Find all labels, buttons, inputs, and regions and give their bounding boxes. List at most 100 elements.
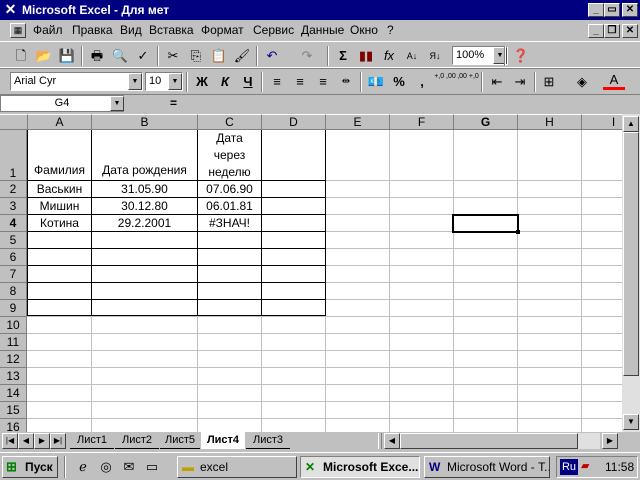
row-header[interactable]: 2	[0, 181, 27, 198]
desktop-quicklaunch-icon[interactable]: ▭	[141, 457, 163, 477]
column-header[interactable]: E	[326, 114, 390, 130]
cell-b1[interactable]: Дата рождения	[92, 163, 197, 177]
doc-minimize-button[interactable]: _	[588, 24, 604, 38]
horizontal-scroll-track[interactable]	[400, 433, 600, 449]
italic-button[interactable]: К	[214, 72, 236, 92]
percent-button[interactable]: %	[388, 72, 410, 92]
fill-handle[interactable]	[516, 230, 520, 234]
print-icon[interactable]: 🖶	[86, 46, 108, 66]
open-icon[interactable]: 📂	[33, 46, 55, 66]
row-header[interactable]: 16	[0, 419, 27, 432]
name-box[interactable]: G4	[0, 95, 124, 112]
close-button[interactable]: ✕	[622, 3, 638, 17]
font-size-select[interactable]: 10 ▼	[145, 72, 183, 91]
minimize-button[interactable]: _	[588, 3, 604, 17]
task-excel-folder[interactable]: ▬ excel	[177, 456, 297, 478]
tray-icon[interactable]: ▰	[581, 459, 589, 472]
save-icon[interactable]: 💾	[56, 46, 78, 66]
cell-b2[interactable]: 31.05.90	[92, 181, 197, 197]
column-header[interactable]: F	[390, 114, 454, 130]
doc-restore-button[interactable]: ❐	[604, 24, 620, 38]
row-header[interactable]: 9	[0, 300, 27, 317]
ie-quicklaunch-icon[interactable]: ℯ	[72, 457, 94, 477]
scroll-left-icon[interactable]: ◀	[384, 433, 400, 449]
row-header[interactable]: 12	[0, 351, 27, 368]
column-header[interactable]: B	[92, 114, 198, 130]
sheet-tab[interactable]: Лист1	[70, 432, 114, 449]
task-microsoft-excel[interactable]: ✕ Microsoft Exce...	[300, 456, 420, 478]
doc-close-button[interactable]: ✕	[622, 24, 638, 38]
row-header[interactable]: 13	[0, 368, 27, 385]
menu-format[interactable]: Формат	[201, 23, 244, 37]
underline-button[interactable]: Ч	[237, 72, 259, 92]
align-left-icon[interactable]: ≡	[266, 72, 288, 92]
decrease-decimal-button[interactable]: ,00 +,0	[457, 72, 479, 92]
merge-center-icon[interactable]: ⇹	[335, 72, 357, 92]
row-header[interactable]: 6	[0, 249, 27, 266]
comma-button[interactable]: ,	[411, 72, 433, 92]
new-icon[interactable]: 🗋	[10, 46, 32, 66]
row-header[interactable]: 14	[0, 385, 27, 402]
menu-insert[interactable]: Вставка	[149, 23, 194, 37]
align-right-icon[interactable]: ≡	[312, 72, 334, 92]
cell-a2[interactable]: Васькин	[28, 181, 91, 197]
redo-icon[interactable]: ↷	[296, 46, 318, 66]
menu-view[interactable]: Вид	[120, 23, 142, 37]
sheet-tab-active[interactable]: Лист4	[201, 432, 245, 449]
increase-indent-icon[interactable]: ⇥	[509, 72, 531, 92]
increase-decimal-button[interactable]: +,0 ,00	[434, 72, 456, 92]
first-sheet-icon[interactable]: |◀	[2, 433, 18, 449]
paste-icon[interactable]: 📋	[208, 46, 230, 66]
scroll-up-icon[interactable]: ▲	[623, 116, 639, 132]
menu-help[interactable]: ?	[387, 23, 394, 37]
chart-wizard-icon[interactable]: ▮▮	[355, 46, 377, 66]
tab-split-handle[interactable]	[378, 433, 382, 449]
office-assistant-icon[interactable]: ❓	[510, 46, 532, 66]
chevron-down-icon[interactable]: ▼	[128, 73, 142, 90]
chevron-down-icon[interactable]: ▼	[168, 73, 182, 90]
column-header[interactable]: G	[454, 114, 518, 130]
menu-data[interactable]: Данные	[301, 23, 344, 37]
menu-window[interactable]: Окно	[350, 23, 378, 37]
row-header[interactable]: 10	[0, 317, 27, 334]
next-sheet-icon[interactable]: ▶	[34, 433, 50, 449]
formula-input[interactable]	[183, 95, 640, 112]
undo-icon[interactable]: ↶	[261, 46, 283, 66]
print-preview-icon[interactable]: 🔍	[109, 46, 131, 66]
cut-icon[interactable]: ✂	[162, 46, 184, 66]
cell-a4[interactable]: Котина	[28, 215, 91, 231]
zoom-select[interactable]: 100% ▼	[452, 46, 508, 65]
fill-color-icon[interactable]: ◈	[571, 72, 593, 92]
cell-a3[interactable]: Мишин	[28, 198, 91, 214]
autosum-icon[interactable]: Σ	[332, 46, 354, 66]
cell-c4[interactable]: #ЗНАЧ!	[198, 215, 261, 231]
function-icon[interactable]: fx	[378, 46, 400, 66]
sort-descending-icon[interactable]: Я↓	[424, 46, 446, 66]
column-header[interactable]: I	[582, 114, 622, 130]
decrease-indent-icon[interactable]: ⇤	[486, 72, 508, 92]
font-color-icon[interactable]: A	[603, 72, 625, 90]
cell-a1[interactable]: Фамилия	[28, 163, 91, 177]
sheet-tab[interactable]: Лист5	[160, 432, 200, 449]
chevron-down-icon[interactable]: ▼	[110, 96, 124, 111]
menu-tools[interactable]: Сервис	[253, 23, 294, 37]
menu-edit[interactable]: Правка	[72, 23, 113, 37]
row-header[interactable]: 3	[0, 198, 27, 215]
currency-icon[interactable]: 💶	[365, 72, 387, 92]
row-header[interactable]: 8	[0, 283, 27, 300]
column-header[interactable]: H	[518, 114, 582, 130]
row-header[interactable]: 11	[0, 334, 27, 351]
excel-logo-icon[interactable]: ✕	[3, 2, 18, 17]
cell-c3[interactable]: 06.01.81	[198, 198, 261, 214]
row-header[interactable]: 15	[0, 402, 27, 419]
column-header[interactable]: D	[262, 114, 326, 130]
horizontal-scroll-thumb[interactable]	[400, 433, 578, 449]
cell-c1[interactable]: Дата через неделю	[198, 130, 261, 181]
menu-file[interactable]: Файл	[33, 23, 63, 37]
cell-c2[interactable]: 07.06.90	[198, 181, 261, 197]
row-header[interactable]: 1	[0, 130, 27, 181]
bold-button[interactable]: Ж	[191, 72, 213, 92]
last-sheet-icon[interactable]: ▶|	[50, 433, 66, 449]
row-header[interactable]: 4	[0, 215, 27, 232]
scroll-right-icon[interactable]: ▶	[602, 433, 618, 449]
